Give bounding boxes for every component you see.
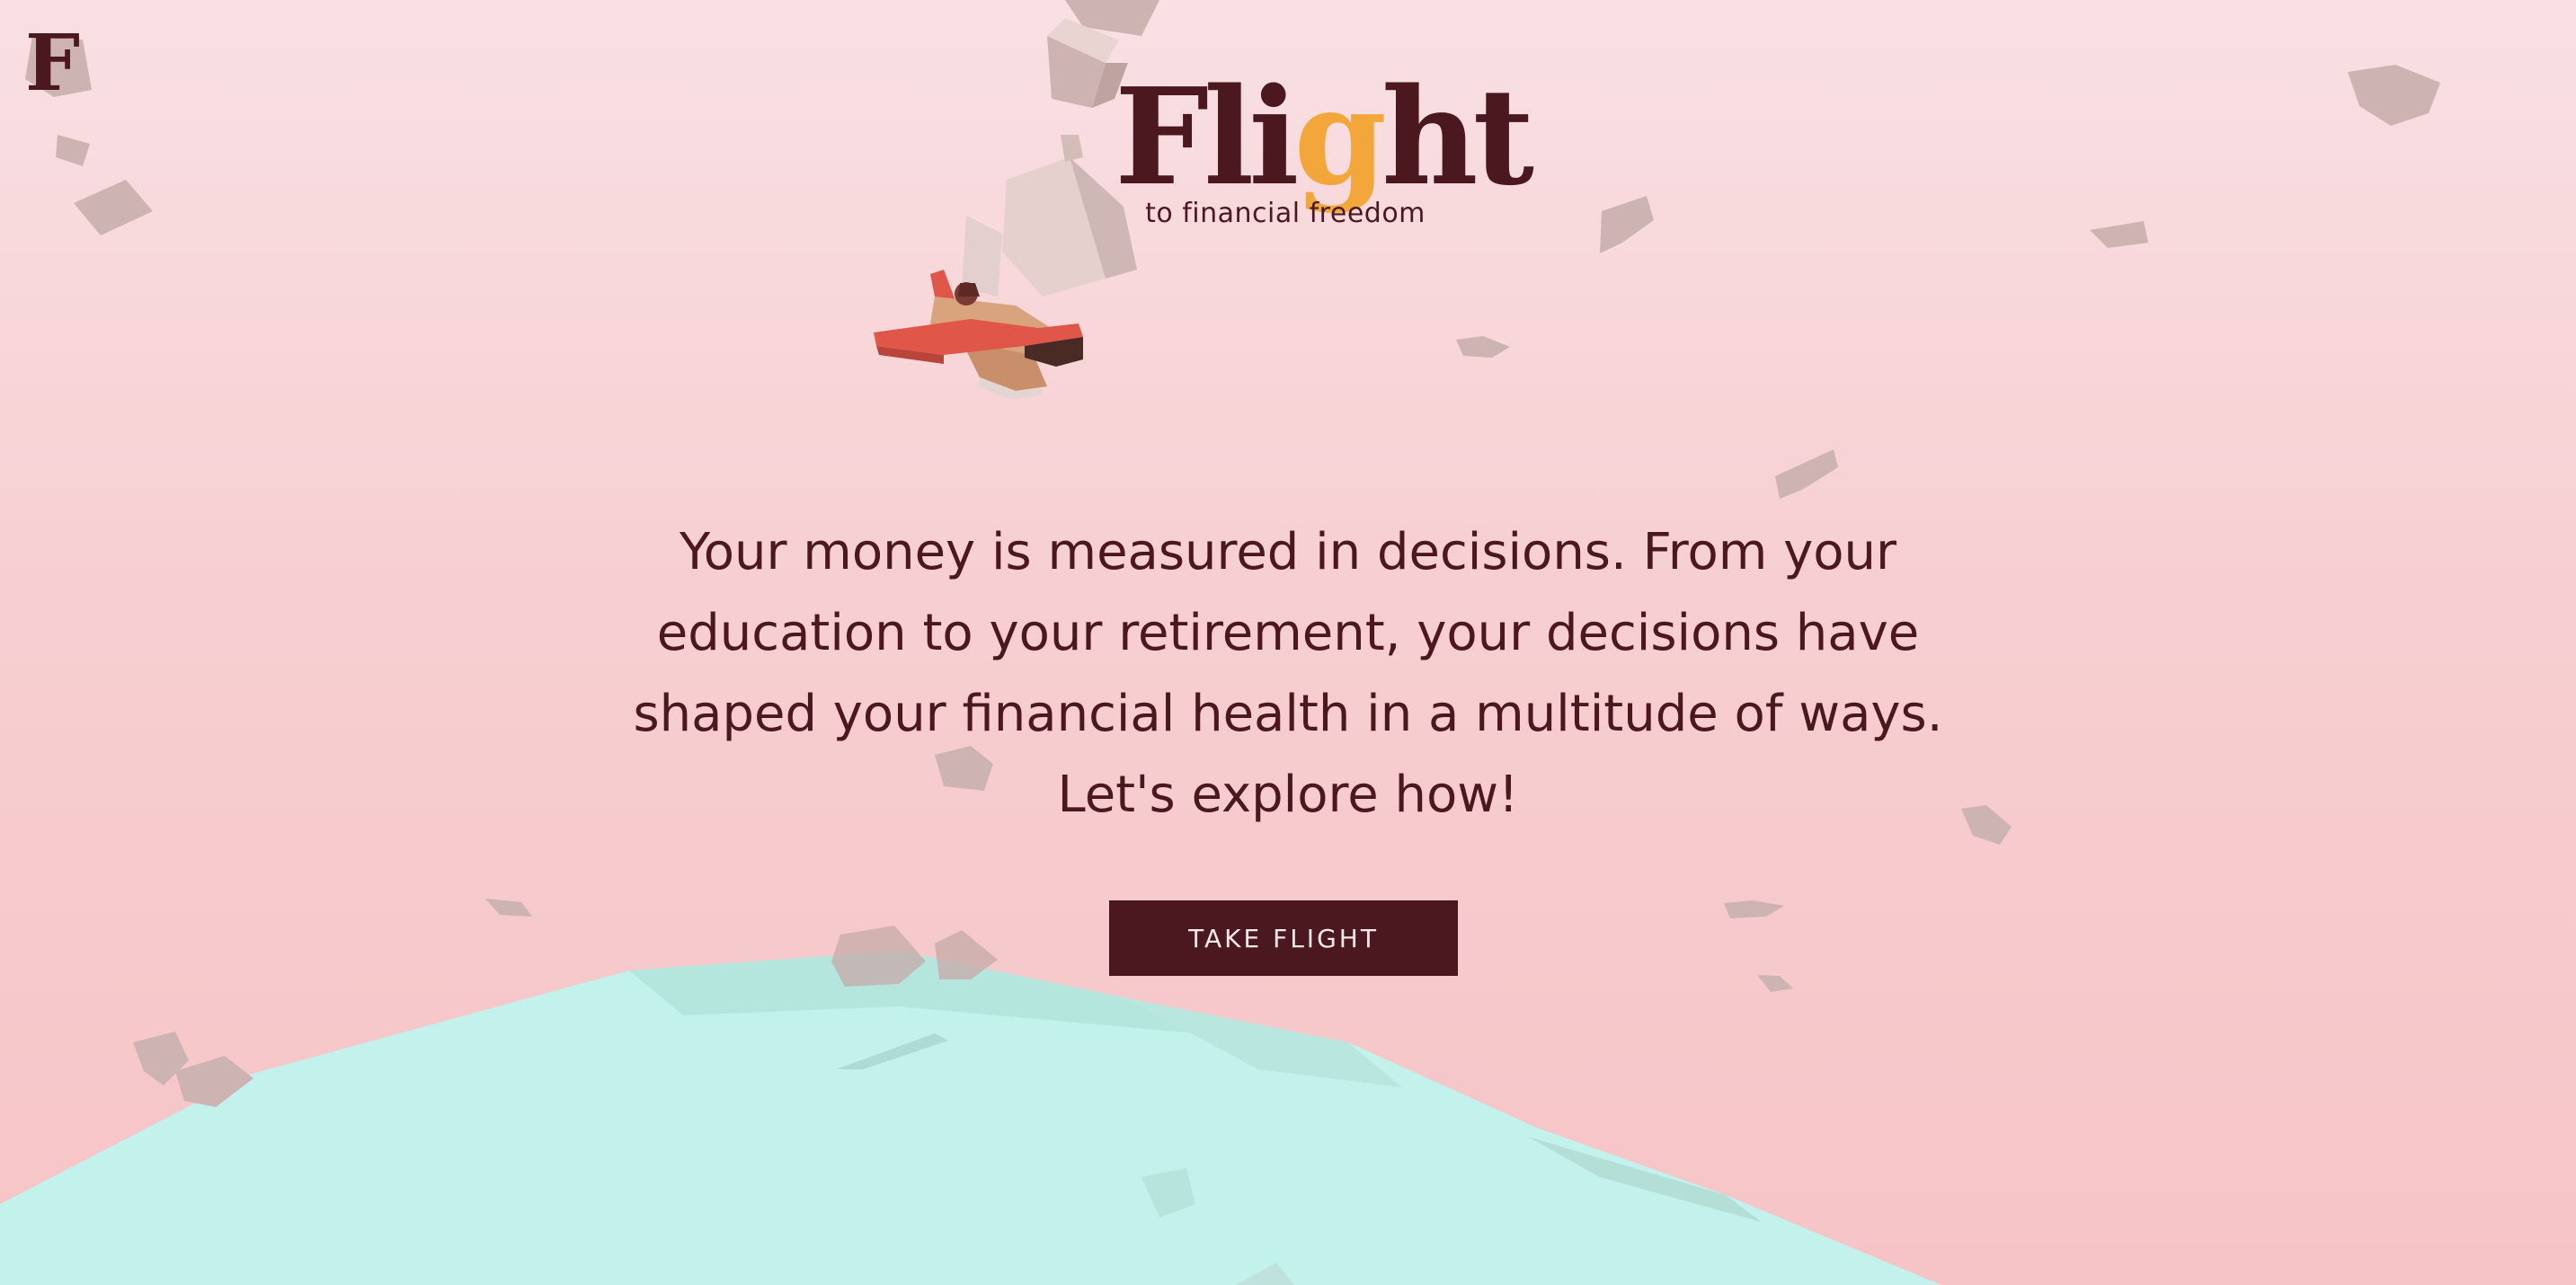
brand-title-suffix: ht <box>1381 58 1534 215</box>
hero-line-4: Let's explore how! <box>1057 766 1519 824</box>
brand-title-prefix: Fli <box>1115 58 1300 215</box>
brand-title: Flight <box>1115 70 1534 203</box>
hero-line-2: education to your retirement, your decis… <box>656 604 1920 662</box>
corner-logo[interactable]: F <box>25 25 80 102</box>
brand-logo: Flight to financial freedom <box>1115 70 1534 229</box>
brand-tagline: to financial freedom <box>1145 198 1426 229</box>
hero-text: Your money is measured in decisions. Fro… <box>614 512 1962 836</box>
take-flight-button[interactable]: TAKE FLIGHT <box>1109 900 1458 976</box>
brand-title-highlight: g <box>1293 58 1388 215</box>
hero-line-1: Your money is measured in decisions. Fro… <box>679 523 1897 581</box>
ground-hill <box>0 951 1941 1285</box>
hero-line-3: shaped your financial health in a multit… <box>633 685 1943 743</box>
corner-logo-letter: F <box>25 18 81 109</box>
